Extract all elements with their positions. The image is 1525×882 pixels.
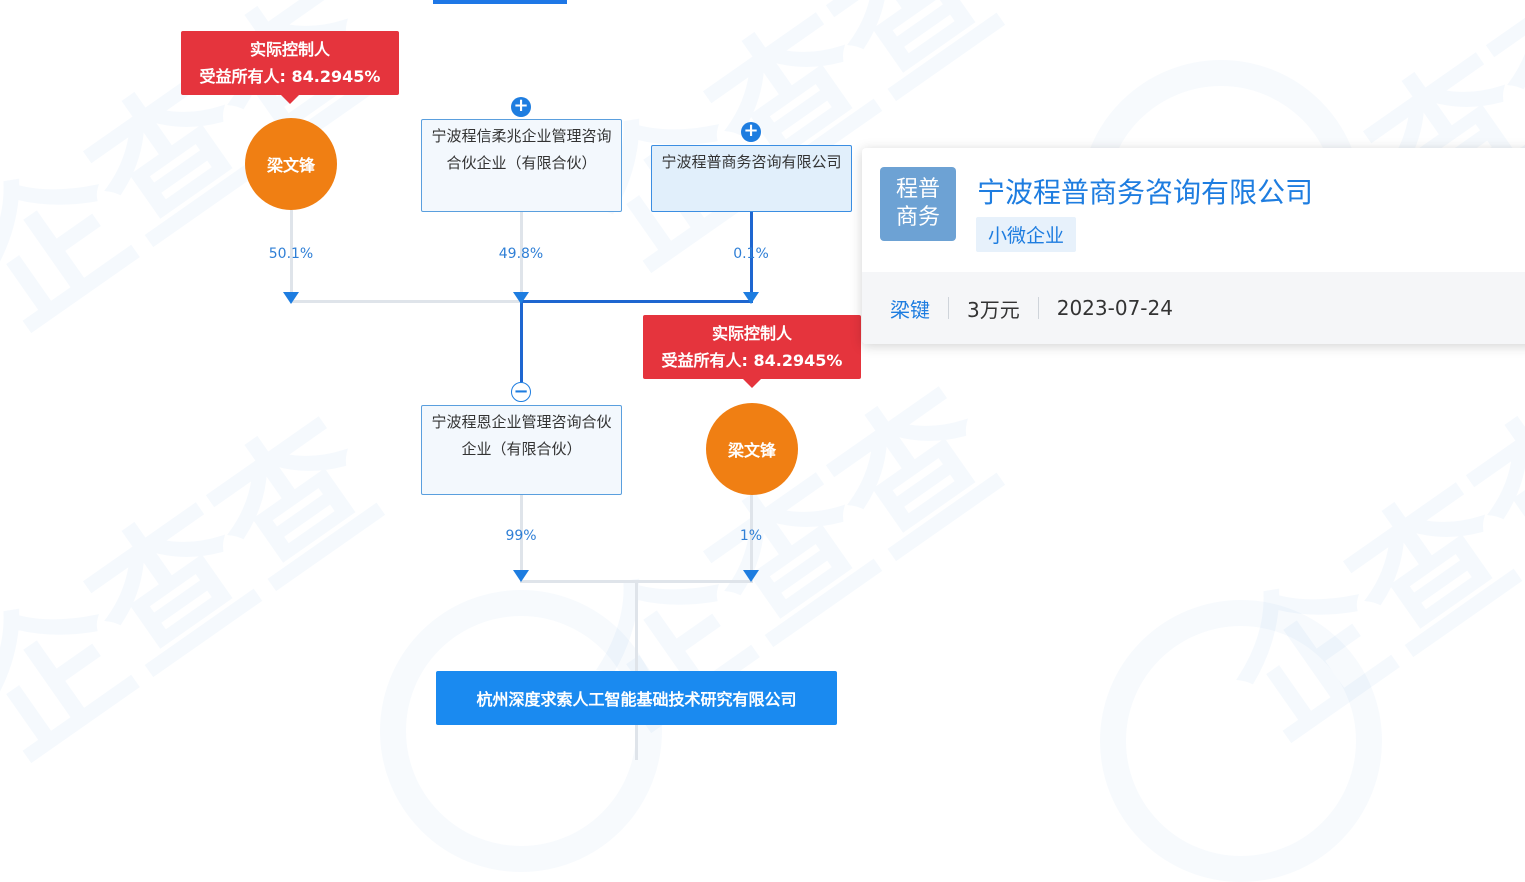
card-footer: 梁键 3万元 2023-07-24 (862, 272, 1525, 344)
connector-line (635, 580, 638, 671)
company-name: 宁波程普商务咨询有限公司 (661, 153, 842, 171)
beneficial-owner-label: 受益所有人: 84.2945% (199, 67, 381, 86)
top-tab-indicator (433, 0, 567, 4)
company-logo: 程普商务 (880, 167, 956, 241)
legal-representative[interactable]: 梁键 (890, 294, 930, 323)
expand-plus-icon[interactable]: + (511, 97, 531, 117)
person-name: 梁文锋 (727, 441, 776, 460)
card-company-title[interactable]: 宁波程普商务咨询有限公司 (977, 171, 1313, 211)
share-percent: 1% (739, 528, 763, 544)
connector-line (290, 300, 522, 303)
company-node-selected[interactable]: 宁波程普商务咨询有限公司 (651, 145, 852, 212)
person-name: 梁文锋 (266, 156, 315, 175)
watermark: 企查查 (0, 361, 412, 797)
controller-label: 实际控制人 (249, 40, 330, 59)
divider (1037, 297, 1039, 319)
company-name: 宁波程信柔兆企业管理咨询合伙企业（有限合伙） (431, 127, 612, 172)
arrow-down-icon (513, 570, 529, 582)
arrow-down-icon (513, 292, 529, 304)
highlight-line (520, 300, 753, 303)
person-node[interactable]: 梁文锋 (245, 118, 337, 210)
connector-line (635, 725, 638, 760)
controller-tag: 实际控制人 受益所有人: 84.2945% (181, 31, 399, 104)
person-node[interactable]: 梁文锋 (706, 403, 798, 495)
share-percent: 0.1% (733, 246, 769, 262)
watermark: 企查查 (1178, 341, 1525, 777)
watermark-logo (1100, 600, 1382, 882)
arrow-down-icon (743, 292, 759, 304)
share-percent: 50.1% (268, 246, 314, 262)
share-percent: 99% (505, 528, 537, 544)
target-company-node[interactable]: 杭州深度求索人工智能基础技术研究有限公司 (436, 671, 837, 725)
controller-tag: 实际控制人 受益所有人: 84.2945% (643, 315, 861, 388)
collapse-minus-icon[interactable]: − (511, 382, 531, 402)
arrow-down-icon (743, 570, 759, 582)
company-info-card: 程普商务 宁波程普商务咨询有限公司 小微企业 梁键 3万元 2023-07-24 (862, 148, 1525, 344)
controller-label: 实际控制人 (711, 324, 792, 343)
registered-capital: 3万元 (967, 297, 1020, 322)
arrow-down-icon (283, 292, 299, 304)
company-node[interactable]: 宁波程恩企业管理咨询合伙企业（有限合伙） (421, 405, 622, 495)
share-percent: 49.8% (498, 246, 544, 262)
watermark-logo (380, 590, 662, 872)
expand-plus-icon[interactable]: + (741, 122, 761, 142)
established-date: 2023-07-24 (1056, 296, 1173, 320)
company-size-badge: 小微企业 (976, 217, 1077, 252)
divider (948, 297, 949, 319)
beneficial-owner-label: 受益所有人: 84.2945% (661, 351, 843, 370)
company-name: 宁波程恩企业管理咨询合伙企业（有限合伙） (431, 413, 612, 458)
highlight-line (520, 300, 523, 382)
company-node[interactable]: 宁波程信柔兆企业管理咨询合伙企业（有限合伙） (421, 119, 622, 212)
target-company-name: 杭州深度求索人工智能基础技术研究有限公司 (476, 690, 797, 709)
